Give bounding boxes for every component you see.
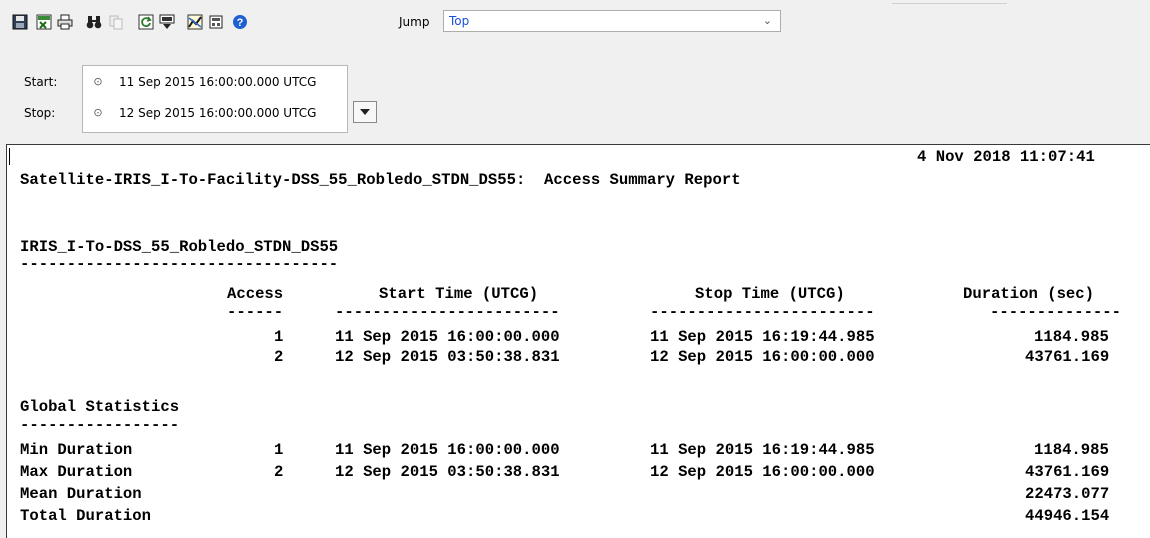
access-number: 2 [274, 463, 284, 481]
report-style-button[interactable] [207, 13, 225, 31]
time-period-box: ⊙ 11 Sep 2015 16:00:00.000 UTCG ⊙ 12 Sep… [82, 65, 348, 133]
save-icon [12, 14, 28, 30]
column-underline-start: ------------------------ [335, 303, 560, 321]
report-text-area[interactable]: 4 Nov 2018 11:07:41 Satellite-IRIS_I-To-… [6, 144, 1150, 538]
chevron-down-icon: ⌄ [762, 14, 772, 27]
stat-label: Mean Duration [20, 485, 142, 503]
print-button[interactable] [56, 13, 74, 31]
stat-label: Max Duration [20, 463, 133, 481]
duration-cell: 44946.154 [1025, 507, 1110, 525]
stats-underline: ----------------- [20, 416, 180, 434]
find-icon [86, 16, 102, 29]
stop-time-cell: 11 Sep 2015 16:19:44.985 [650, 328, 875, 346]
access-number: 1 [274, 328, 284, 346]
graph-button[interactable] [186, 13, 204, 31]
help-button[interactable]: ? [231, 13, 249, 31]
text-cursor [9, 148, 10, 165]
start-time-cell: 11 Sep 2015 16:00:00.000 [335, 441, 560, 459]
time-period-dropdown-button[interactable] [353, 101, 377, 123]
duration-cell: 1184.985 [1034, 441, 1109, 459]
graph-icon [187, 14, 203, 30]
clock-icon: ⊙ [93, 75, 103, 88]
properties-button[interactable] [158, 13, 176, 31]
stop-time-cell: 12 Sep 2015 16:00:00.000 [650, 348, 875, 366]
help-icon: ? [233, 15, 247, 29]
access-number: 2 [274, 348, 284, 366]
report-title: Satellite-IRIS_I-To-Facility-DSS_55_Robl… [20, 171, 741, 189]
duration-cell: 1184.985 [1034, 328, 1109, 346]
stop-time-cell: 11 Sep 2015 16:19:44.985 [650, 441, 875, 459]
refresh-icon [138, 14, 154, 30]
find-button[interactable] [85, 13, 103, 31]
duration-cell: 43761.169 [1025, 463, 1110, 481]
access-number: 1 [274, 441, 284, 459]
jump-label: Jump [399, 15, 430, 29]
stat-label: Total Duration [20, 507, 152, 525]
column-underline-access: ------ [227, 303, 284, 321]
caret-down-icon [360, 109, 370, 115]
refresh-button[interactable] [137, 13, 155, 31]
section-underline: ---------------------------------- [20, 255, 339, 273]
column-underline-duration: -------------- [990, 303, 1122, 321]
jump-select[interactable]: Top ⌄ [443, 10, 781, 32]
stop-label: Stop: [24, 106, 56, 120]
jump-select-value: Top [449, 14, 470, 28]
column-underline-stop: ------------------------ [650, 303, 875, 321]
export-excel-button[interactable] [35, 13, 53, 31]
toolbar-divider [892, 3, 1007, 4]
duration-cell: 43761.169 [1025, 348, 1110, 366]
duration-cell: 22473.077 [1025, 485, 1110, 503]
copy-icon [109, 15, 123, 30]
start-time-value: 11 Sep 2015 16:00:00.000 UTCG [119, 75, 317, 89]
toolbar: ? Jump Top ⌄ [0, 0, 1150, 40]
stop-time-cell: 12 Sep 2015 16:00:00.000 [650, 463, 875, 481]
save-button[interactable] [11, 13, 29, 31]
report-date: 4 Nov 2018 11:07:41 [917, 148, 1095, 166]
start-label: Start: [24, 75, 58, 89]
stop-time-value: 12 Sep 2015 16:00:00.000 UTCG [119, 106, 317, 120]
svg-text:?: ? [237, 17, 244, 29]
report-style-icon [209, 15, 223, 29]
clock-icon: ⊙ [93, 106, 103, 119]
properties-icon [159, 14, 175, 29]
print-icon [57, 14, 73, 30]
start-time-cell: 12 Sep 2015 03:50:38.831 [335, 463, 560, 481]
start-time-cell: 12 Sep 2015 03:50:38.831 [335, 348, 560, 366]
export-excel-icon [36, 14, 52, 30]
stat-label: Min Duration [20, 441, 133, 459]
start-time-cell: 11 Sep 2015 16:00:00.000 [335, 328, 560, 346]
copy-button[interactable] [107, 13, 125, 31]
